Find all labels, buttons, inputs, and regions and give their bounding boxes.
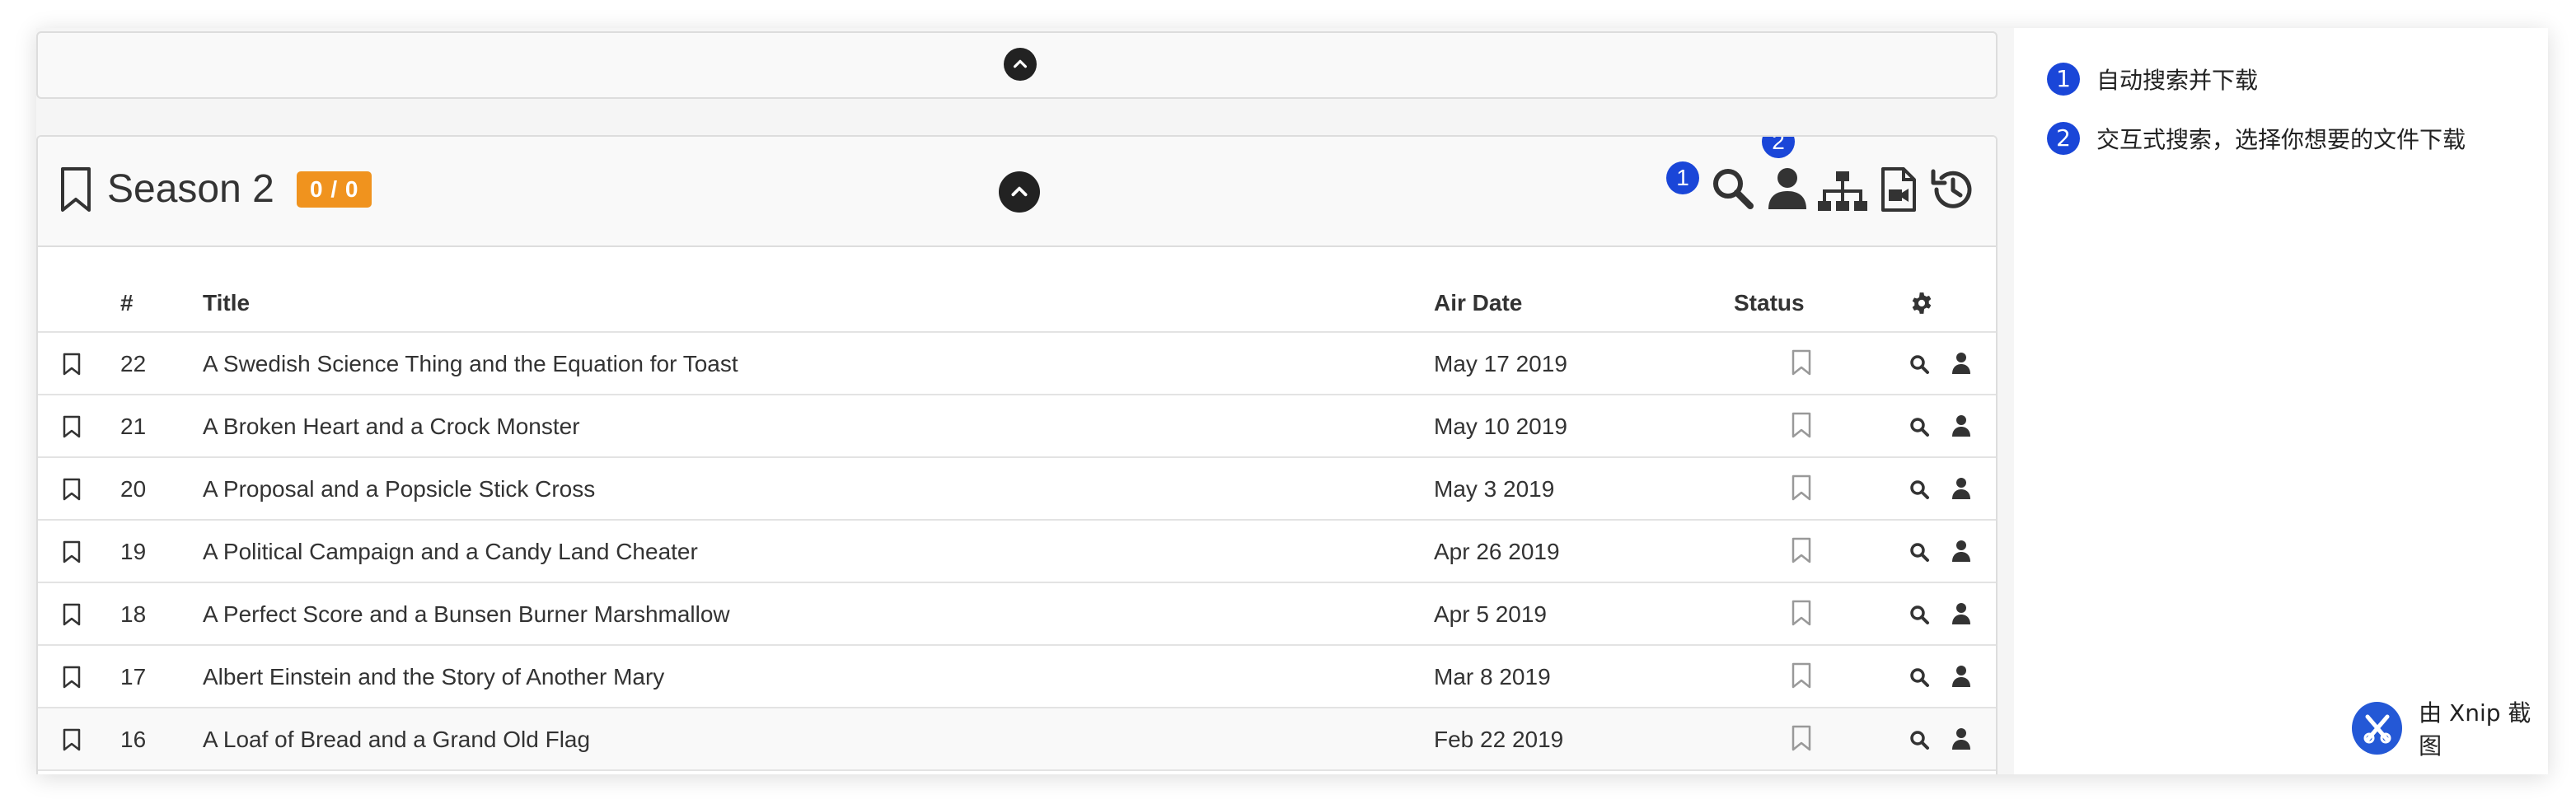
table-row[interactable]: 16 A Loaf of Bread and a Grand Old Flag … [38, 708, 1996, 771]
episode-title: A Loaf of Bread and a Grand Old Flag [203, 727, 591, 752]
user-icon[interactable] [1951, 540, 1971, 563]
callout-badge-1: 1 [2047, 63, 2080, 96]
episode-air-date: Feb 22 2019 [1434, 727, 1564, 752]
callout-badge-2: 2 [1762, 137, 1795, 158]
column-header-number[interactable]: # [120, 290, 133, 316]
status-bookmark-icon [1791, 474, 1811, 501]
annotation-note-2: 2 交互式搜索，选择你想要的文件下载 [2047, 122, 2466, 155]
episode-air-date: Mar 8 2019 [1434, 664, 1551, 689]
table-row[interactable]: 19 A Political Campaign and a Candy Land… [38, 521, 1996, 583]
user-icon[interactable] [1951, 352, 1971, 375]
history-icon[interactable] [1928, 166, 1974, 213]
screenshot-frame: Season 2 0 / 0 1 2 # Title Air Date Stat… [36, 28, 2548, 774]
search-icon[interactable] [1909, 479, 1930, 500]
table-row[interactable]: 18 A Perfect Score and a Bunsen Burner M… [38, 583, 1996, 646]
column-header-status[interactable]: Status [1734, 290, 1805, 316]
callout-badge-1: 1 [1666, 161, 1699, 194]
episode-air-date: Apr 5 2019 [1434, 601, 1547, 627]
episode-table: # Title Air Date Status 22 A Swedish Sci… [38, 247, 1996, 771]
episode-title: A Proposal and a Popsicle Stick Cross [203, 476, 596, 502]
season-card: Season 2 0 / 0 1 2 # Title Air Date Stat… [36, 135, 1998, 774]
bookmark-icon[interactable] [63, 415, 81, 438]
episode-number: 18 [120, 601, 147, 627]
search-icon[interactable] [1909, 541, 1930, 563]
episode-number: 19 [120, 539, 147, 564]
user-icon[interactable] [1951, 602, 1971, 625]
episode-number: 21 [120, 414, 147, 439]
table-row[interactable]: 17 Albert Einstein and the Story of Anot… [38, 646, 1996, 708]
table-row[interactable]: 21 A Broken Heart and a Crock Monster Ma… [38, 395, 1996, 458]
bookmark-icon[interactable] [63, 666, 81, 689]
episode-title: A Perfect Score and a Bunsen Burner Mars… [203, 601, 730, 627]
chevron-up-icon[interactable] [999, 171, 1040, 213]
search-icon[interactable] [1909, 729, 1930, 750]
episode-title: Albert Einstein and the Story of Another… [203, 664, 665, 689]
season-header: Season 2 0 / 0 1 2 [38, 137, 1996, 247]
bookmark-icon [59, 166, 92, 213]
episode-title: A Swedish Science Thing and the Equation… [203, 351, 738, 376]
episode-air-date: May 10 2019 [1434, 414, 1567, 439]
status-bookmark-icon [1791, 537, 1811, 563]
bookmark-icon[interactable] [63, 603, 81, 626]
watermark-text: 由 Xnip 截图 [2419, 699, 2532, 760]
bookmark-icon[interactable] [63, 540, 81, 563]
callout-badge-2: 2 [2047, 122, 2080, 155]
user-icon[interactable] [1951, 727, 1971, 750]
bookmark-icon[interactable] [63, 478, 81, 501]
user-icon[interactable] [1951, 665, 1971, 688]
status-bookmark-icon [1791, 412, 1811, 438]
table-row[interactable]: 22 A Swedish Science Thing and the Equat… [38, 333, 1996, 395]
status-bookmark-icon [1791, 600, 1811, 626]
user-icon[interactable] [1767, 166, 1808, 211]
episode-title: A Broken Heart and a Crock Monster [203, 414, 580, 439]
file-video-icon[interactable] [1880, 166, 1917, 213]
user-icon[interactable] [1951, 414, 1971, 437]
column-header-air-date[interactable]: Air Date [1434, 290, 1522, 316]
table-header-row: # Title Air Date Status [38, 247, 1996, 333]
annotation-text: 交互式搜索，选择你想要的文件下载 [2096, 126, 2466, 153]
episode-number: 16 [120, 727, 147, 752]
bookmark-icon[interactable] [63, 728, 81, 751]
episode-title: A Political Campaign and a Candy Land Ch… [203, 539, 698, 564]
episode-number: 22 [120, 351, 147, 376]
search-icon[interactable] [1909, 666, 1930, 688]
status-bookmark-icon [1791, 349, 1811, 376]
status-bookmark-icon [1791, 725, 1811, 751]
search-icon[interactable] [1909, 353, 1930, 375]
episode-count-badge: 0 / 0 [297, 171, 372, 208]
search-icon[interactable] [1709, 165, 1755, 211]
annotation-note-1: 1 自动搜索并下载 [2047, 63, 2258, 96]
search-icon[interactable] [1909, 416, 1930, 437]
sitemap-icon[interactable] [1816, 170, 1869, 213]
collapsed-season-card [36, 31, 1998, 99]
annotation-text: 自动搜索并下载 [2096, 67, 2259, 94]
table-row[interactable]: 20 A Proposal and a Popsicle Stick Cross… [38, 458, 1996, 521]
season-title: Season 2 [107, 167, 274, 211]
episode-air-date: May 3 2019 [1434, 476, 1555, 502]
episode-air-date: May 17 2019 [1434, 351, 1567, 376]
bookmark-icon[interactable] [63, 353, 81, 376]
episode-air-date: Apr 26 2019 [1434, 539, 1560, 564]
episode-number: 20 [120, 476, 147, 502]
status-bookmark-icon [1791, 662, 1811, 689]
xnip-logo-icon [2352, 702, 2403, 755]
search-icon[interactable] [1909, 604, 1930, 625]
episode-number: 17 [120, 664, 147, 689]
user-icon[interactable] [1951, 477, 1971, 500]
gear-icon[interactable] [1910, 292, 1933, 315]
column-header-title[interactable]: Title [203, 290, 250, 316]
annotation-panel: 1 自动搜索并下载 2 交互式搜索，选择你想要的文件下载 由 Xnip 截图 [2014, 28, 2548, 774]
chevron-up-icon[interactable] [1004, 48, 1037, 81]
watermark: 由 Xnip 截图 [2352, 695, 2548, 761]
